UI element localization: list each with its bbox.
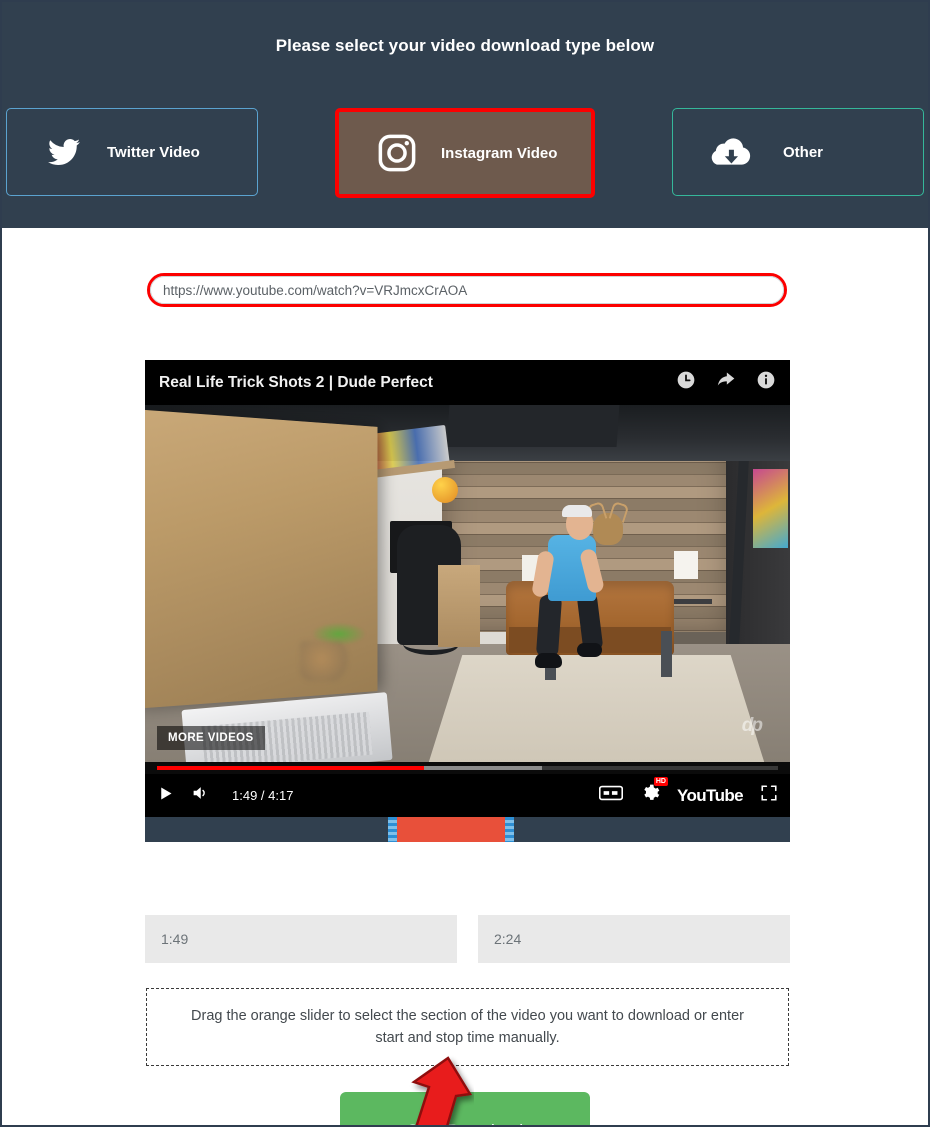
main-content: https://www.youtube.com/watch?v=VRJmcxCr…: [2, 228, 928, 1125]
instruction-text: Drag the orange slider to select the sec…: [191, 1007, 744, 1046]
info-icon[interactable]: [756, 370, 776, 395]
settings-gear-icon[interactable]: HD: [640, 777, 668, 808]
player-title-bar: Real Life Trick Shots 2 | Dude Perfect: [145, 360, 790, 405]
trim-time-inputs: 1:49 2:24: [145, 915, 790, 963]
youtube-logo[interactable]: YouTube: [677, 786, 744, 806]
other-video-button[interactable]: Other: [672, 108, 924, 196]
download-type-header: Please select your video download type b…: [2, 2, 928, 228]
other-video-label: Other: [783, 143, 824, 161]
page-title: Please select your video download type b…: [275, 36, 655, 55]
app-window: Please select your video download type b…: [0, 0, 930, 1127]
start-download-button[interactable]: Start Download: [340, 1092, 590, 1125]
instruction-box: Drag the orange slider to select the sec…: [146, 988, 789, 1066]
twitter-bird-icon: [33, 136, 95, 168]
more-videos-button[interactable]: MORE VIDEOS: [157, 726, 265, 750]
watch-later-clock-icon[interactable]: [676, 370, 696, 395]
hd-badge: HD: [653, 777, 668, 786]
progress-track[interactable]: [157, 766, 778, 770]
player-controls: 1:49 / 4:17 HD YouTube: [145, 774, 790, 817]
share-arrow-icon[interactable]: [715, 370, 737, 395]
instagram-camera-icon: [369, 132, 425, 174]
trim-selected-range[interactable]: [393, 817, 510, 842]
captions-cc-icon[interactable]: [598, 785, 624, 806]
stop-time-input[interactable]: 2:24: [478, 915, 790, 963]
play-icon[interactable]: [157, 785, 174, 807]
video-player: Real Life Trick Shots 2 | Dude Perfect d…: [145, 360, 790, 842]
progress-played: [157, 766, 425, 770]
video-frame[interactable]: dp MORE VIDEOS: [145, 405, 790, 762]
video-title: Real Life Trick Shots 2 | Dude Perfect: [159, 373, 433, 391]
twitter-video-button[interactable]: Twitter Video: [6, 108, 258, 196]
cloud-download-icon: [699, 134, 761, 170]
trim-start-handle[interactable]: [388, 817, 398, 842]
volume-icon[interactable]: [190, 784, 210, 807]
url-input[interactable]: https://www.youtube.com/watch?v=VRJmcxCr…: [150, 276, 784, 304]
channel-watermark: dp: [741, 715, 763, 737]
fullscreen-icon[interactable]: [760, 784, 778, 807]
trim-end-handle[interactable]: [505, 817, 515, 842]
url-input-value: https://www.youtube.com/watch?v=VRJmcxCr…: [163, 282, 468, 298]
player-controls-right: HD YouTube: [598, 777, 778, 808]
trim-range-slider[interactable]: 1:49 2:24: [145, 797, 790, 842]
instagram-video-label: Instagram Video: [441, 144, 558, 162]
twitter-video-label: Twitter Video: [107, 143, 200, 161]
player-topbar-icons: [676, 370, 776, 395]
video-progress-bar[interactable]: [145, 762, 790, 774]
video-still-image: dp: [145, 405, 790, 762]
download-type-button-group: Twitter Video Instagram Video Other: [2, 108, 928, 198]
start-time-input[interactable]: 1:49: [145, 915, 457, 963]
time-display: 1:49 / 4:17: [232, 788, 294, 803]
start-download-row: Start Download: [2, 1092, 928, 1125]
instagram-video-button[interactable]: Instagram Video: [335, 108, 595, 198]
player-controls-left: 1:49 / 4:17: [157, 784, 293, 807]
url-input-highlight: https://www.youtube.com/watch?v=VRJmcxCr…: [147, 273, 787, 307]
